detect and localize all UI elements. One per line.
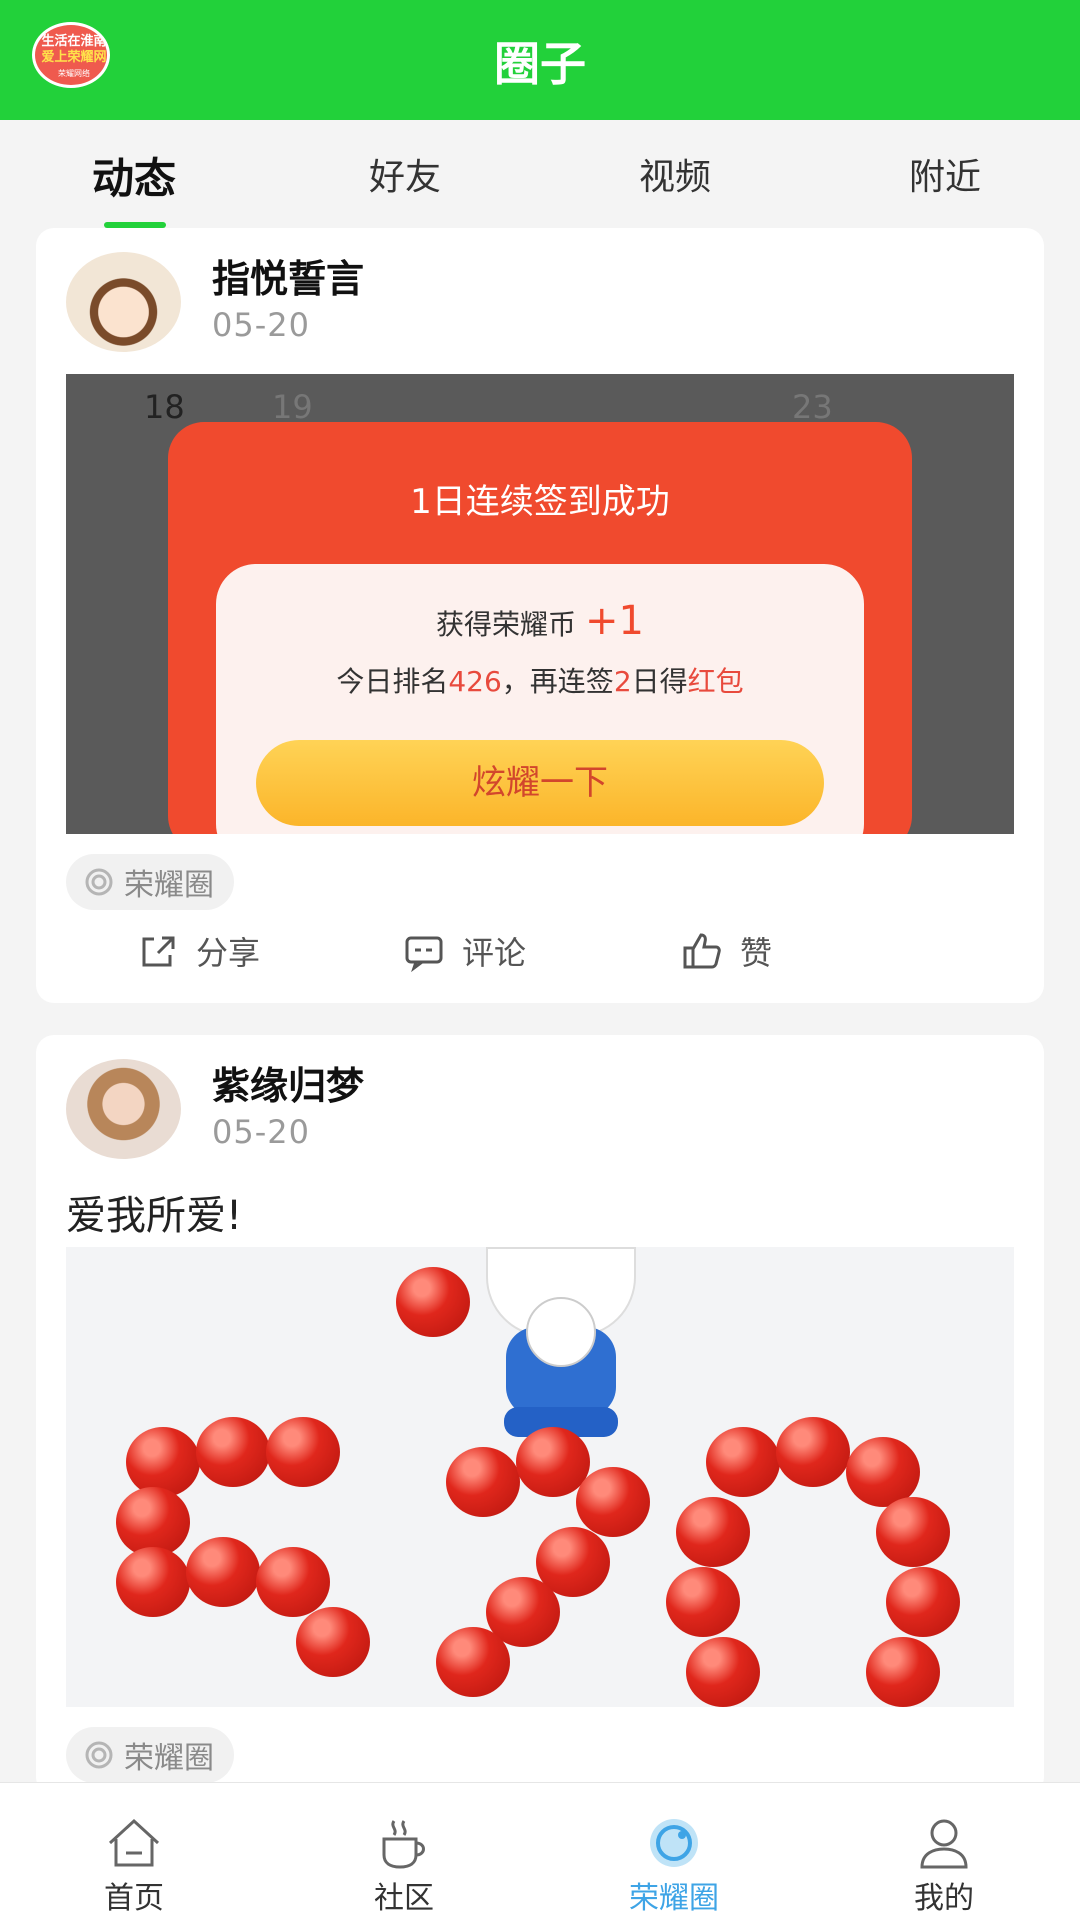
rank-value: 426	[448, 665, 502, 698]
circle-tag-icon	[85, 1741, 113, 1769]
avatar[interactable]	[66, 1059, 181, 1159]
reward-line: 获得荣耀币 +1	[216, 598, 864, 644]
post-card: 指悦誓言 05-20 18 19 23 1日连续签到成功 获得荣耀币 +1 今日…	[36, 228, 1044, 1003]
calendar-number: 23	[792, 388, 833, 426]
circle-tag-label: 荣耀圈	[124, 868, 214, 903]
apple	[396, 1267, 470, 1337]
apple	[186, 1537, 260, 1607]
nav-label: 社区	[374, 1881, 434, 1916]
apple	[256, 1547, 330, 1617]
apple	[706, 1427, 780, 1497]
apple	[296, 1607, 370, 1677]
top-bar: 生活在淮南 爱上荣耀网 荣耀网络 圈子	[0, 0, 1080, 120]
apple	[876, 1497, 950, 1567]
post-actions: 分享 评论 赞	[36, 928, 1044, 988]
prize-text: 红包	[687, 665, 744, 698]
apple	[126, 1427, 200, 1497]
calendar-number: 18	[144, 388, 185, 426]
nav-label: 首页	[104, 1881, 164, 1916]
circle-icon	[650, 1819, 698, 1867]
coffee-icon	[382, 1820, 425, 1869]
tab-dynamic[interactable]: 动态	[34, 145, 234, 206]
page-title: 圈子	[494, 37, 586, 91]
cat-illustration	[486, 1247, 636, 1447]
apple	[196, 1417, 270, 1487]
nav-item-profile[interactable]: 我的	[844, 1783, 1044, 1920]
nav-label: 我的	[914, 1881, 974, 1916]
apple	[436, 1627, 510, 1697]
apple	[666, 1567, 740, 1637]
apple	[866, 1637, 940, 1707]
comment-label: 评论	[462, 934, 527, 972]
user-icon	[920, 1819, 968, 1869]
nav-item-community[interactable]: 社区	[304, 1783, 504, 1920]
calendar-number: 19	[272, 388, 313, 426]
rank-line: 今日排名426，再连签2日得红包	[216, 660, 864, 700]
rank-mid-text: ，再连签	[501, 665, 614, 698]
checkin-success-dialog: 1日连续签到成功 获得荣耀币 +1 今日排名426，再连签2日得红包 炫耀一下	[168, 422, 912, 834]
days-suffix: 日得	[631, 665, 688, 698]
avatar[interactable]	[66, 252, 181, 352]
post-date: 05-20	[212, 306, 310, 344]
tab-friends[interactable]: 好友	[305, 148, 505, 200]
tab-videos[interactable]: 视频	[575, 148, 775, 200]
nav-item-circle[interactable]: 荣耀圈	[574, 1783, 774, 1920]
circle-tag-icon	[85, 868, 113, 896]
nav-label: 荣耀圈	[629, 1881, 719, 1916]
post-username[interactable]: 紫缘归梦	[212, 1055, 364, 1110]
post-image[interactable]	[66, 1247, 1014, 1707]
apple	[886, 1567, 960, 1637]
circle-tag[interactable]: 荣耀圈	[66, 1727, 234, 1783]
show-off-button: 炫耀一下	[256, 740, 824, 826]
apple	[776, 1417, 850, 1487]
post-username[interactable]: 指悦誓言	[212, 248, 364, 303]
circle-tag[interactable]: 荣耀圈	[66, 854, 234, 910]
dialog-title: 1日连续签到成功	[410, 482, 670, 522]
bottom-nav: 首页 社区 荣耀圈 我的	[0, 1782, 1080, 1920]
tab-nearby[interactable]: 附近	[845, 148, 1045, 200]
post-text: 爱我所爱!	[66, 1193, 243, 1239]
share-button[interactable]: 分享	[136, 928, 260, 974]
apple	[116, 1547, 190, 1617]
days-value: 2	[613, 665, 632, 698]
apple	[576, 1467, 650, 1537]
post-card: 紫缘归梦 05-20 爱我所爱! 荣耀圈	[36, 1035, 1044, 1795]
apple	[266, 1417, 340, 1487]
apple	[676, 1497, 750, 1567]
like-button[interactable]: 赞	[680, 928, 772, 974]
dialog-body: 获得荣耀币 +1 今日排名426，再连签2日得红包 炫耀一下	[216, 564, 864, 834]
like-label: 赞	[740, 934, 773, 972]
apple	[686, 1637, 760, 1707]
share-icon	[142, 936, 175, 967]
reward-value: +1	[584, 598, 644, 644]
post-image[interactable]: 18 19 23 1日连续签到成功 获得荣耀币 +1 今日排名426，再连签2日…	[66, 374, 1014, 834]
reward-label: 获得荣耀币	[436, 608, 577, 641]
apple	[446, 1447, 520, 1517]
home-icon	[108, 1818, 160, 1867]
share-label: 分享	[196, 934, 261, 972]
rank-label: 今日排名	[336, 665, 449, 698]
nav-item-home[interactable]: 首页	[34, 1783, 234, 1920]
comment-icon	[405, 936, 443, 973]
comment-button[interactable]: 评论	[402, 928, 526, 974]
thumbs-up-icon	[683, 933, 721, 969]
feed-tabs: 动态 好友 视频 附近	[0, 120, 1080, 230]
circle-tag-label: 荣耀圈	[124, 1741, 214, 1776]
post-date: 05-20	[212, 1113, 310, 1151]
